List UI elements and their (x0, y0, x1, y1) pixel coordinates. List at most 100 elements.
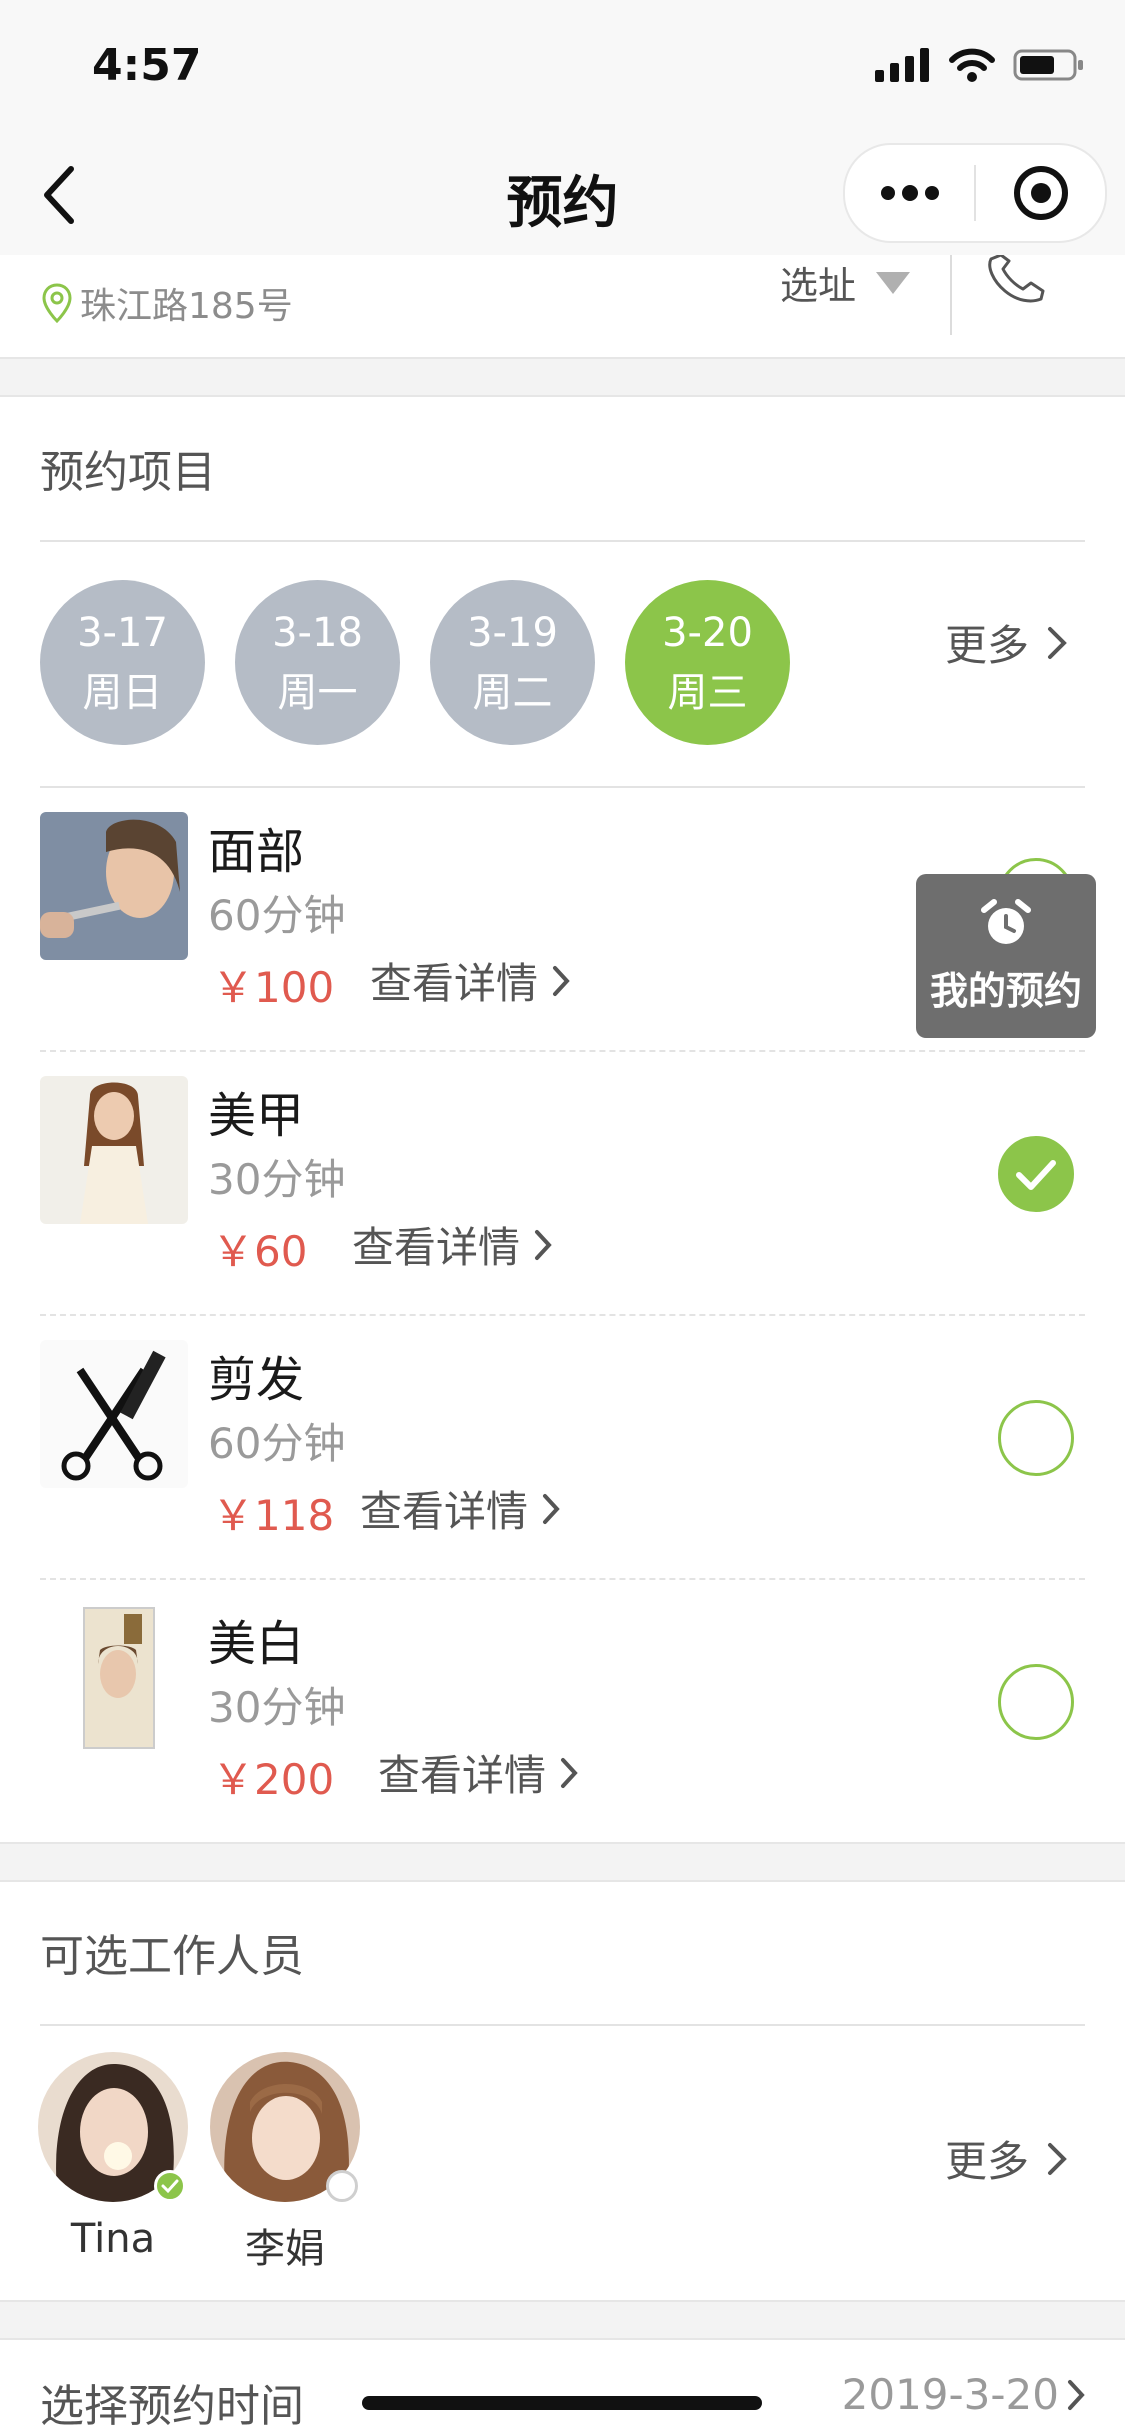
view-details-label: 查看详情 (378, 1751, 547, 1800)
appointment-time-row[interactable]: 选择预约时间 2019-3-20 (0, 2340, 1125, 2436)
chevron-right-icon (1048, 2142, 1067, 2175)
service-item[interactable]: 美甲 30分钟 ￥60 查看详情 (0, 1062, 1125, 1324)
section-title-projects: 预约项目 (40, 447, 216, 498)
select-address-label: 选址 (780, 264, 857, 308)
more-dates-button[interactable]: 更多 (945, 612, 1067, 673)
select-address-button[interactable]: 选址 (780, 255, 911, 310)
dashed-divider (40, 1314, 1085, 1316)
store-address: 珠江路185号 (42, 277, 293, 329)
appointment-time-label: 选择预约时间 (40, 2381, 304, 2432)
weekday-text: 周一 (277, 669, 358, 716)
status-time: 4:57 (92, 40, 202, 91)
service-thumbnail (40, 1076, 188, 1224)
view-details-link[interactable]: 查看详情 (370, 950, 570, 1011)
date-option-selected[interactable]: 3-20 周三 (625, 580, 790, 745)
section-title-staff: 可选工作人员 (40, 1931, 304, 1982)
mini-program-capsule (843, 143, 1107, 243)
dashed-divider (40, 1578, 1085, 1580)
navigation-bar: 预约 (0, 140, 1125, 255)
service-name: 美甲 (208, 1088, 305, 1144)
more-staff-button[interactable]: 更多 (945, 2128, 1067, 2189)
divider (40, 786, 1085, 788)
date-text: 3-18 (272, 609, 363, 656)
date-text: 3-20 (662, 609, 753, 656)
staff-selected-badge (154, 2170, 186, 2202)
chevron-right-icon (1048, 626, 1067, 659)
service-select-radio[interactable] (998, 1664, 1074, 1740)
view-details-label: 查看详情 (352, 1223, 521, 1272)
divider (40, 540, 1085, 542)
view-details-link[interactable]: 查看详情 (352, 1214, 552, 1275)
staff-item[interactable]: Tina (38, 2052, 188, 2262)
staff-name: Tina (70, 2216, 156, 2262)
more-staff-label: 更多 (945, 2137, 1030, 2186)
service-duration: 30分钟 (208, 1683, 346, 1732)
service-duration: 60分钟 (208, 1419, 346, 1468)
service-duration: 30分钟 (208, 1155, 346, 1204)
service-name: 面部 (208, 824, 305, 880)
date-option[interactable]: 3-18 周一 (235, 580, 400, 745)
divider (40, 2024, 1085, 2026)
service-item[interactable]: 美白 30分钟 ￥200 查看详情 (0, 1590, 1125, 1852)
view-details-link[interactable]: 查看详情 (378, 1742, 578, 1803)
my-appointments-button[interactable]: 我的预约 (916, 874, 1096, 1038)
staff-item[interactable]: 李娟 (210, 2052, 360, 2274)
chevron-right-icon (553, 965, 570, 996)
dropdown-triangle-icon (876, 271, 911, 294)
vertical-divider (950, 255, 952, 335)
phone-icon (988, 253, 1045, 303)
view-details-label: 查看详情 (370, 959, 539, 1008)
service-duration: 60分钟 (208, 891, 346, 940)
chevron-right-icon (535, 1229, 552, 1260)
service-select-radio[interactable] (998, 1400, 1074, 1476)
service-thumbnail (40, 1604, 188, 1752)
service-item[interactable]: 剪发 60分钟 ￥118 查看详情 (0, 1326, 1125, 1588)
service-price: ￥118 (212, 1491, 335, 1540)
call-button[interactable] (985, 253, 1049, 309)
appointment-date-text: 2019-3-20 (841, 2370, 1059, 2419)
service-name: 美白 (208, 1616, 305, 1672)
service-price: ￥60 (212, 1227, 308, 1276)
date-option[interactable]: 3-17 周日 (40, 580, 205, 745)
staff-name: 李娟 (245, 2226, 325, 2272)
home-indicator[interactable] (362, 2396, 762, 2410)
chevron-right-icon (543, 1493, 560, 1524)
staff-unselected-badge (326, 2170, 358, 2202)
my-appointments-label: 我的预约 (929, 968, 1082, 1013)
battery-icon (1013, 49, 1083, 81)
status-icons (875, 48, 1085, 82)
location-pin-icon (42, 283, 72, 323)
checkmark-icon (1016, 1160, 1056, 1190)
weekday-text: 周日 (82, 669, 163, 716)
dashed-divider (40, 1050, 1085, 1052)
date-selector: 3-17 周日 3-18 周一 3-19 周二 3-20 周三 (40, 580, 790, 745)
section-gap (0, 1842, 1125, 1882)
view-details-link[interactable]: 查看详情 (360, 1478, 560, 1539)
view-details-label: 查看详情 (360, 1487, 529, 1536)
weekday-text: 周三 (667, 669, 748, 716)
status-bar: 4:57 (0, 0, 1125, 140)
close-mini-program-button[interactable] (976, 145, 1105, 241)
more-menu-button[interactable] (845, 145, 974, 241)
more-dates-label: 更多 (945, 621, 1030, 670)
service-price: ￥200 (212, 1755, 335, 1804)
chevron-right-icon (1068, 2379, 1085, 2410)
service-price: ￥100 (212, 963, 335, 1012)
more-dots-icon (880, 185, 939, 201)
date-text: 3-17 (77, 609, 168, 656)
date-text: 3-19 (467, 609, 558, 656)
appointment-time-value[interactable]: 2019-3-20 (842, 2370, 1085, 2419)
service-thumbnail (40, 812, 188, 960)
section-gap (0, 357, 1125, 397)
wifi-icon (949, 48, 995, 82)
service-thumbnail (40, 1340, 188, 1488)
chevron-right-icon (561, 1757, 578, 1788)
service-name: 剪发 (208, 1352, 305, 1408)
service-select-radio-checked[interactable] (998, 1136, 1074, 1212)
address-text: 珠江路185号 (80, 286, 293, 327)
target-circle-icon (1013, 166, 1068, 220)
cellular-signal-icon (875, 48, 929, 82)
alarm-clock-icon (981, 898, 1031, 944)
section-gap (0, 2300, 1125, 2340)
date-option[interactable]: 3-19 周二 (430, 580, 595, 745)
